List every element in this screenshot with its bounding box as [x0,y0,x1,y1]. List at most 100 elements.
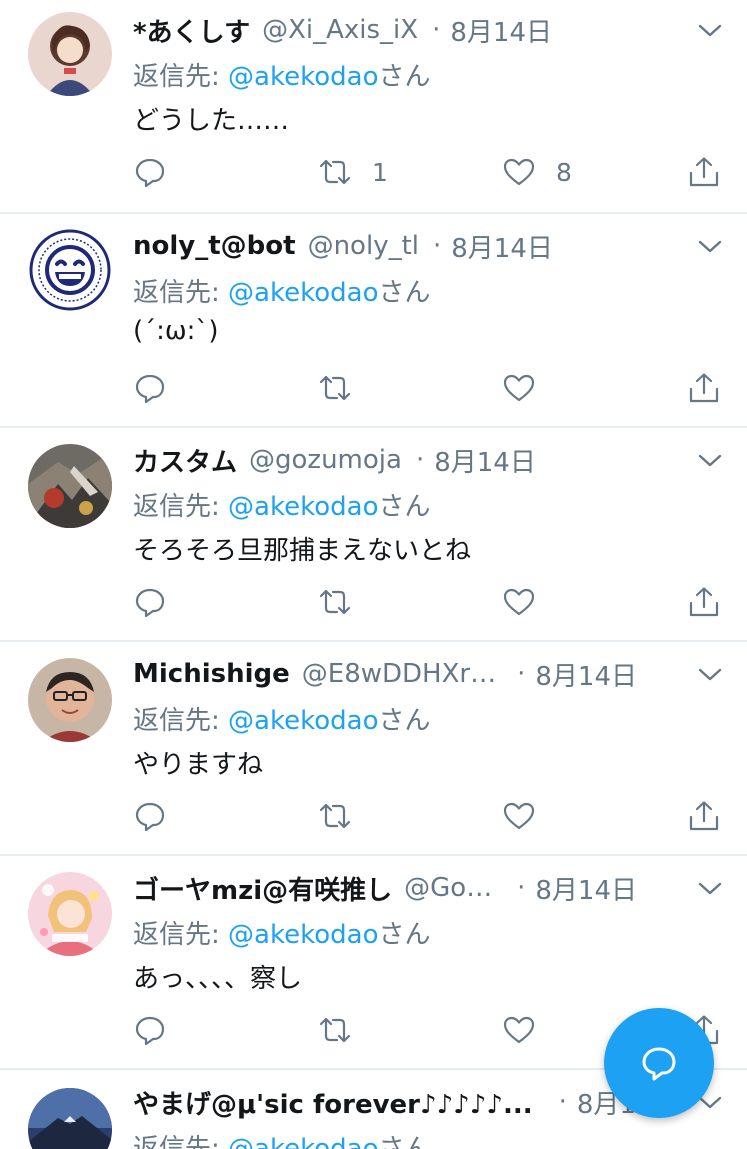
separator-dot: · [415,445,425,475]
reply-to-suffix: さん [378,278,431,308]
tweet-actions [0,582,747,622]
tweet-header: ゴーヤmzi@有咲推し @Gou... · 8月14日 [133,868,637,908]
avatar[interactable] [28,658,112,742]
avatar[interactable] [28,12,112,96]
chevron-down-icon[interactable] [695,445,725,475]
avatar[interactable] [28,228,112,312]
reply-button[interactable] [133,368,167,408]
reply-icon [135,802,165,832]
reply-icon [135,158,165,188]
reply-to-prefix: 返信先: [133,492,229,522]
reply-icon [135,374,165,404]
reply-to-mention[interactable]: @akekodao [228,920,378,950]
compose-reply-icon [642,1047,676,1081]
tweet-date[interactable]: 8月14日 [450,12,552,49]
tweet-text: あっ、、、、察し [133,964,303,994]
reply-button[interactable] [133,1010,167,1050]
like-button[interactable] [502,368,556,408]
retweet-count: 1 [372,157,388,187]
heart-icon [503,374,535,402]
display-name[interactable]: カスタム [133,442,237,479]
user-handle[interactable]: @Gou... [404,873,503,903]
avatar[interactable] [28,444,112,528]
reply-icon [135,1016,165,1046]
display-name[interactable]: Michishige [133,659,290,689]
like-button[interactable] [502,796,556,836]
retweet-icon [319,589,351,615]
compose-reply-button[interactable] [604,1008,714,1118]
like-button[interactable]: 8 [502,152,572,192]
tweet-text: どうした…… [133,106,290,136]
tweet-text: やりますね [133,750,264,780]
tweet-header: カスタム @gozumoja · 8月14日 [133,440,637,480]
tweet-text: そろそろ旦那捕まえないとね [133,536,472,566]
user-handle[interactable]: @noly_tl [308,231,419,261]
reply-icon [135,588,165,618]
retweet-button[interactable] [318,368,372,408]
reply-button[interactable] [133,582,167,622]
tweet-actions [0,796,747,836]
share-button[interactable] [687,152,721,192]
tweet[interactable]: *あくしす @Xi_Axis_iX · 8月14日 返信先: @akekodao… [0,0,747,214]
share-button[interactable] [687,368,721,408]
retweet-button[interactable] [318,1010,372,1050]
reply-button[interactable] [133,152,167,192]
reply-button[interactable] [133,796,167,836]
reply-to-prefix: 返信先: [133,62,229,92]
reply-to-mention[interactable]: @akekodao [228,278,378,308]
reply-to-mention[interactable]: @akekodao [228,706,378,736]
like-count: 8 [556,157,572,187]
reply-to-mention[interactable]: @akekodao [228,62,378,92]
tweet[interactable]: Michishige @E8wDDHXrR8... · 8月14日 返信先: @… [0,642,747,856]
display-name[interactable]: ゴーヤmzi@有咲推し [133,870,392,907]
tweet-date[interactable]: 8月14日 [535,870,637,907]
reply-to-prefix: 返信先: [133,920,229,950]
reply-to-line: 返信先: @akekodaoさん [133,1128,431,1149]
retweet-icon [319,803,351,829]
heart-icon [503,802,535,830]
user-handle[interactable]: @gozumoja [249,445,402,475]
retweet-icon [319,375,351,401]
reply-to-prefix: 返信先: [133,278,229,308]
heart-icon [503,588,535,616]
tweet-date[interactable]: 8月14日 [451,228,553,265]
retweet-button[interactable] [318,796,372,836]
reply-to-prefix: 返信先: [133,706,229,736]
chevron-down-icon[interactable] [695,873,725,903]
tweet-text: (´:ω:`) [133,316,219,346]
tweet[interactable]: カスタム @gozumoja · 8月14日 返信先: @akekodaoさん … [0,428,747,642]
share-icon [689,157,719,187]
tweet-date[interactable]: 8月14日 [535,656,637,693]
share-button[interactable] [687,796,721,836]
reply-to-line: 返信先: @akekodaoさん [133,56,431,93]
tweet-actions: 1 8 [0,152,747,192]
tweet-header: Michishige @E8wDDHXrR8... · 8月14日 [133,654,637,694]
chevron-down-icon[interactable] [695,231,725,261]
share-button[interactable] [687,582,721,622]
reply-to-line: 返信先: @akekodaoさん [133,700,431,737]
user-handle[interactable]: @E8wDDHXrR8... [302,659,503,689]
tweet-date[interactable]: 8月14日 [434,442,536,479]
reply-to-line: 返信先: @akekodaoさん [133,914,431,951]
share-icon [689,373,719,403]
like-button[interactable] [502,582,556,622]
avatar[interactable] [28,1088,112,1149]
tweet-actions [0,368,747,408]
avatar[interactable] [28,872,112,956]
heart-icon [503,1016,535,1044]
heart-icon [503,158,535,186]
retweet-button[interactable]: 1 [318,152,388,192]
user-handle[interactable]: @Xi_Axis_iX [262,15,418,45]
retweet-button[interactable] [318,582,372,622]
like-button[interactable] [502,1010,556,1050]
chevron-down-icon[interactable] [695,659,725,689]
display-name[interactable]: やまげ@μ'sic forever♪♪♪♪♪... [133,1084,533,1121]
reply-to-mention[interactable]: @akekodao [228,492,378,522]
chevron-down-icon[interactable] [695,15,725,45]
tweet-feed: *あくしす @Xi_Axis_iX · 8月14日 返信先: @akekodao… [0,0,747,1149]
display-name[interactable]: *あくしす [133,12,250,49]
display-name[interactable]: noly_t@bot [133,231,296,261]
separator-dot: · [432,15,441,45]
retweet-icon [319,159,351,185]
tweet[interactable]: noly_t@bot @noly_tl · 8月14日 返信先: @akekod… [0,214,747,428]
